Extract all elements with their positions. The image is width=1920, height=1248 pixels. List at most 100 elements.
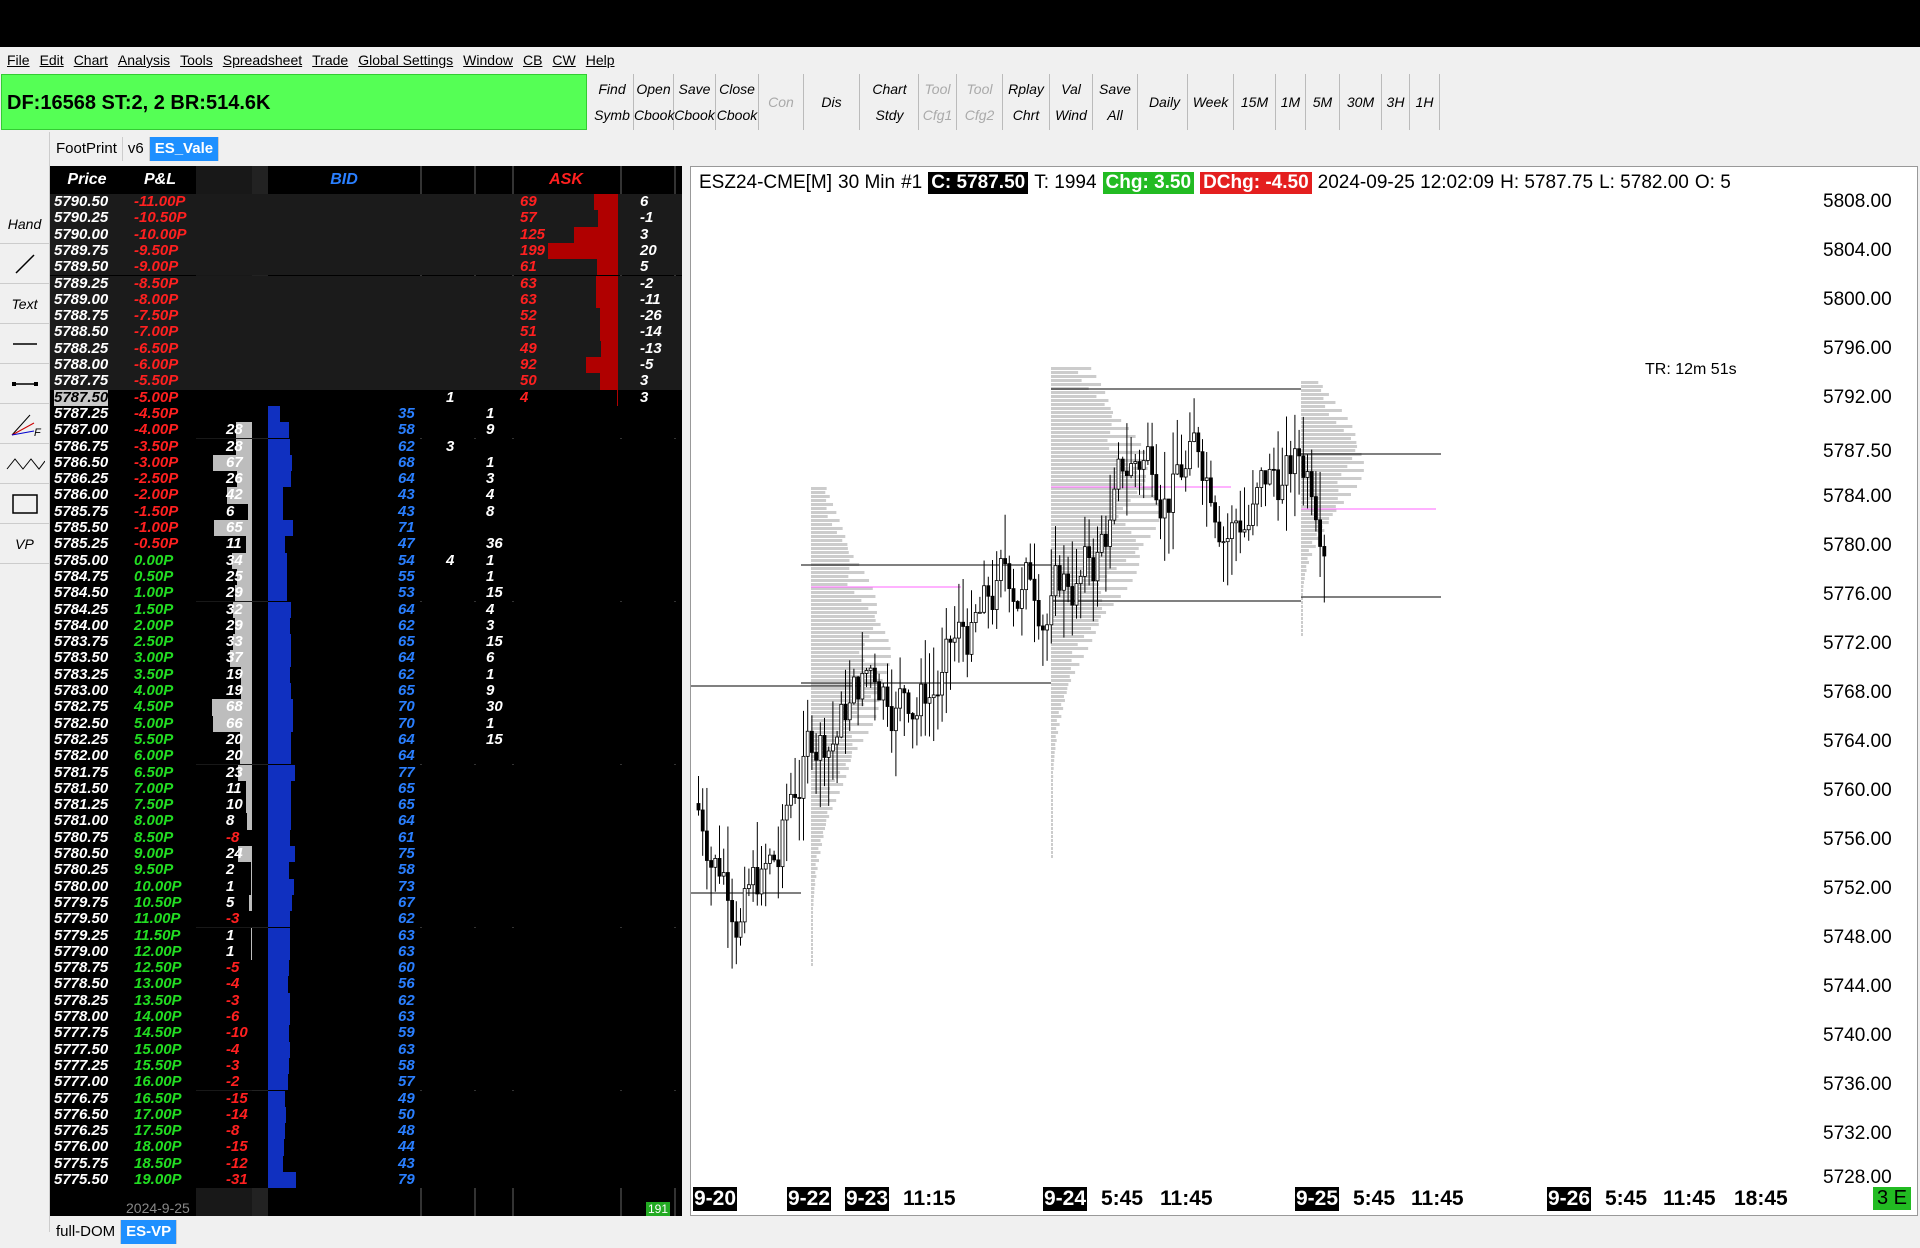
price-chart[interactable]: ESZ24-CME[M] 30 Min #1 C: 5787.50 T: 199… (690, 166, 1918, 1216)
candle-body (1305, 471, 1310, 478)
tab-footprint[interactable]: FootPrint (51, 137, 123, 161)
tool-rect-icon[interactable] (0, 484, 49, 524)
candle-body (1133, 461, 1138, 464)
tool-button-tool-cfg1[interactable]: Tool Cfg1 (919, 74, 957, 130)
tool-line-icon[interactable] (0, 244, 49, 284)
tool-button-rplay-chrt[interactable]: Rplay Chrt (1003, 74, 1050, 130)
ladder-price: 5789.00 (54, 290, 109, 308)
tool-button-label: Val (1061, 81, 1081, 97)
volume-profile-bar (1051, 819, 1053, 822)
candle-body (1154, 474, 1159, 501)
menu-help[interactable]: Help (586, 49, 615, 71)
volume-profile-bar (811, 875, 817, 878)
menu-trade[interactable]: Trade (312, 49, 348, 71)
menu-analysis[interactable]: Analysis (118, 49, 170, 71)
bid-size: 71 (398, 519, 415, 536)
menu-chart[interactable]: Chart (74, 49, 108, 71)
tool-hline-icon[interactable] (0, 324, 49, 364)
tool-button-dis[interactable]: Dis (804, 74, 860, 130)
menu-window[interactable]: Window (463, 49, 513, 71)
volume-profile-bar (1051, 635, 1085, 638)
timeframe-week[interactable]: Week (1188, 74, 1234, 130)
timeframe-3h[interactable]: 3H (1382, 74, 1410, 130)
volume-profile-bar (1051, 595, 1121, 598)
tool-vp[interactable]: VP (0, 524, 49, 564)
x-axis-label: 5:45 (1605, 1187, 1648, 1210)
bid-size: 43 (398, 502, 415, 520)
ladder-count: 36 (486, 535, 503, 553)
bid-size: 48 (398, 1122, 415, 1140)
chart-open: O: 5 (1694, 172, 1731, 193)
timeframe-1h[interactable]: 1H (1410, 74, 1440, 130)
tool-ray-icon[interactable] (0, 364, 49, 404)
tab-es-vale[interactable]: ES_Vale (149, 137, 220, 161)
tool-button-chart-stdy[interactable]: Chart Stdy (861, 74, 919, 130)
tool-button-close-cbook[interactable]: Close Cbook (716, 74, 759, 130)
ladder-pnl: -7.50P (134, 307, 179, 325)
timeframe-1m[interactable]: 1M (1276, 74, 1306, 130)
bid-volume-bar (268, 992, 290, 1009)
timeframe-daily[interactable]: Daily (1142, 74, 1188, 130)
timeframe-15m[interactable]: 15M (1234, 74, 1276, 130)
volume-profile-bar (1051, 815, 1053, 818)
volume-profile-bar (1301, 521, 1329, 524)
ask-delta: 3 (640, 225, 649, 243)
tool-button-con[interactable]: Con (759, 74, 804, 130)
menu-edit[interactable]: Edit (40, 49, 64, 71)
depth-of-market: Price P&L BID ASK 5790.50 -11.00P 69 6 5790.25 -1… (50, 166, 682, 1216)
tool-button-label: Chrt (1012, 107, 1040, 123)
candle-body (1150, 446, 1155, 475)
menu-cw[interactable]: CW (552, 49, 575, 71)
candle-body (810, 730, 814, 753)
tool-button-save-all[interactable]: Save All (1093, 74, 1138, 130)
menu-global-settings[interactable]: Global Settings (358, 49, 453, 71)
bid-volume-bar (268, 1106, 286, 1124)
menu-spreadsheet[interactable]: Spreadsheet (223, 49, 302, 71)
ladder-price: 5789.75 (54, 241, 109, 259)
ladder-price: 5778.50 (54, 975, 109, 993)
volume-bar (251, 878, 252, 895)
ladder-price: 5787.50 (54, 388, 109, 406)
volume-profile-bar (811, 615, 875, 618)
bid-size: 55 (398, 567, 415, 585)
volume-profile-bar (1051, 427, 1129, 430)
volume-profile-bar (811, 939, 813, 942)
y-axis-label: 5736.00 (1823, 1074, 1892, 1095)
tool-button-find-symb[interactable]: Find Symb (591, 74, 634, 130)
tool-button-val-wind[interactable]: Val Wind (1050, 74, 1093, 130)
tool-text[interactable]: Text (0, 284, 49, 324)
bid-volume-bar (268, 601, 291, 618)
ladder-pnl: 5.50P (134, 730, 174, 748)
tool-button-label: Cfg2 (964, 107, 995, 123)
tab-full-dom[interactable]: full-DOM (51, 1220, 122, 1244)
menu-tools[interactable]: Tools (180, 49, 213, 71)
ask-delta: -13 (640, 339, 662, 357)
timeframe-30m[interactable]: 30M (1340, 74, 1382, 130)
status-panel: DF:16568 ST:2, 2 BR:514.6K (1, 74, 587, 130)
tool-hand[interactable]: Hand (0, 204, 49, 244)
tool-wave-icon[interactable] (0, 444, 49, 484)
volume-profile-bar (1051, 531, 1132, 534)
candle-body (1003, 558, 1008, 565)
tool-button-tool-cfg2[interactable]: Tool Cfg2 (957, 74, 1003, 130)
tool-fib-icon[interactable]: F (0, 404, 49, 444)
tab-es-vp[interactable]: ES-VP (121, 1220, 178, 1244)
candle-body (1276, 469, 1280, 501)
tool-button-save-cbook[interactable]: Save Cbook (674, 74, 716, 130)
volume-profile-bar (1051, 707, 1064, 710)
tab-v6[interactable]: v6 (122, 137, 150, 161)
chart-canvas[interactable] (691, 167, 1919, 1217)
bid-volume-bar (268, 1155, 283, 1172)
tool-button-open-cbook[interactable]: Open Cbook (634, 74, 674, 130)
bid-volume-bar (268, 552, 287, 569)
candle-body (843, 703, 848, 721)
candle-body (776, 859, 781, 868)
timeframe-5m[interactable]: 5M (1306, 74, 1340, 130)
volume-profile-bar (811, 935, 813, 938)
ladder-pnl: 14.50P (134, 1024, 182, 1042)
volume-profile-bar (811, 519, 840, 522)
volume-profile-bar (1051, 431, 1111, 434)
menu-cb[interactable]: CB (523, 49, 542, 71)
volume-profile-bar (1051, 783, 1053, 786)
menu-file[interactable]: File (7, 49, 30, 71)
